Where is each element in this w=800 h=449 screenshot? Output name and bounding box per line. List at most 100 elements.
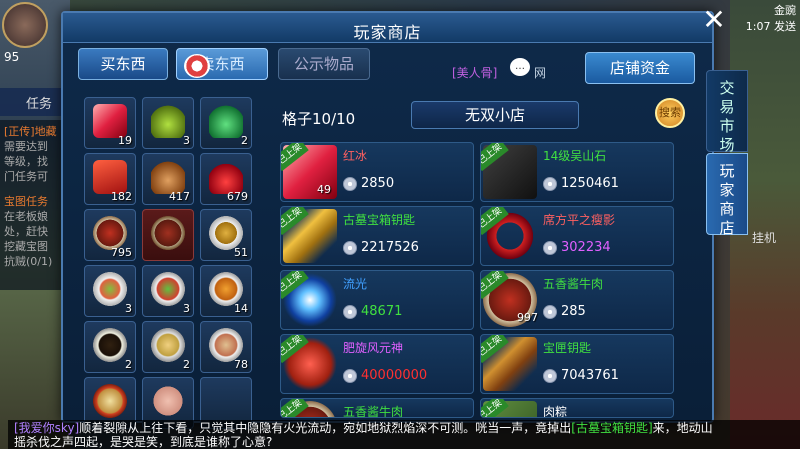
chat-user[interactable]: [我爱你sky] bbox=[14, 421, 79, 435]
inventory-slot[interactable]: 3 bbox=[84, 265, 136, 317]
inventory-slot[interactable]: 182 bbox=[84, 153, 136, 205]
item-price: 285 bbox=[561, 304, 586, 319]
coin-label: 金豌 bbox=[774, 4, 796, 17]
player-level: 95 bbox=[4, 50, 20, 64]
inventory-slot[interactable]: 14 bbox=[200, 265, 252, 317]
pig-head-icon bbox=[151, 384, 185, 418]
silver-coin-icon bbox=[543, 305, 557, 319]
slot-count: 679 bbox=[227, 190, 248, 203]
afk-label[interactable]: 挂机 bbox=[752, 229, 776, 246]
inventory-slot[interactable]: 19 bbox=[84, 97, 136, 149]
red-crystal-icon bbox=[93, 104, 127, 138]
silver-coin-icon bbox=[343, 369, 357, 383]
side-tab-label: 玩家商店 bbox=[719, 162, 735, 237]
braised-meat-icon bbox=[93, 216, 127, 250]
inventory-slot[interactable]: 51 bbox=[200, 209, 252, 261]
slot-count: 182 bbox=[111, 190, 132, 203]
item-name: 宝匣钥匙 bbox=[543, 341, 592, 355]
chat-item-link[interactable]: [古墓宝箱钥匙] bbox=[571, 421, 652, 435]
item-price: 40000000 bbox=[361, 368, 428, 383]
item-name: 流光 bbox=[343, 277, 368, 291]
coin-value: 1:07 发送 bbox=[745, 20, 796, 33]
inventory-slot[interactable]: 2 bbox=[200, 97, 252, 149]
shop-item-card[interactable]: 已上架 宝匣钥匙 7043761 bbox=[480, 334, 674, 394]
item-price: 2217526 bbox=[361, 240, 419, 255]
close-button[interactable]: ✕ bbox=[700, 6, 728, 34]
slot-count: 14 bbox=[234, 302, 248, 315]
slot-count: 2 bbox=[183, 358, 190, 371]
item-quantity: 49 bbox=[317, 183, 331, 196]
silver-coin-icon bbox=[343, 305, 357, 319]
quest-line: 在老板娘 bbox=[4, 210, 48, 223]
side-tab-player-shop[interactable]: 玩家商店 bbox=[706, 153, 748, 237]
shop-item-card[interactable]: 已上架 肥旋风元神 40000000 bbox=[280, 334, 474, 394]
inventory-slot[interactable]: 417 bbox=[142, 153, 194, 205]
braised-meat-selected-icon bbox=[151, 216, 185, 250]
chat-text: 来，地动山 bbox=[652, 421, 713, 435]
slot-count: 格子10/10 bbox=[282, 110, 356, 128]
item-price: 48671 bbox=[361, 304, 403, 319]
title-bar: 玩家商店 bbox=[63, 13, 712, 43]
search-icon[interactable]: 搜索 bbox=[655, 98, 685, 128]
green-gourd-icon bbox=[151, 104, 185, 138]
item-price: 7043761 bbox=[561, 368, 619, 383]
silver-coin-icon bbox=[543, 241, 557, 255]
side-tab-trade-market[interactable]: 交易市场 bbox=[706, 70, 748, 154]
shop-funds-button[interactable]: 店铺资金 bbox=[585, 52, 695, 84]
shop-item-card[interactable]: 已上架 五香酱牛肉 bbox=[280, 398, 474, 418]
quest-line: 等级，找 bbox=[4, 155, 48, 168]
quest-tracker[interactable]: [正传]地藏 需要达到 等级，找 门任务可 宝图任务 在老板娘 处，赶快 挖藏宝… bbox=[0, 120, 62, 290]
item-price: 1250461 bbox=[561, 176, 619, 191]
quest-line: 处，赶快 bbox=[4, 225, 48, 238]
inventory-slot[interactable]: 78 bbox=[200, 321, 252, 373]
item-name: 席方平之瘦影 bbox=[543, 213, 616, 227]
stir-fry-icon bbox=[209, 216, 243, 250]
shop-item-card[interactable]: 已上架 14级吴山石 1250461 bbox=[480, 142, 674, 202]
inventory-slot[interactable]: 2 bbox=[84, 321, 136, 373]
shop-item-card[interactable]: 已上架 肉粽 bbox=[480, 398, 674, 418]
inventory-slot[interactable]: 679 bbox=[200, 153, 252, 205]
item-price: 2850 bbox=[361, 176, 395, 191]
quest-line: 宝图任务 bbox=[4, 195, 48, 208]
task-tab[interactable]: 任务 bbox=[0, 88, 64, 116]
chat-net-label: 网 bbox=[534, 66, 547, 80]
shop-item-card[interactable]: 已上架 席方平之瘦影 302234 bbox=[480, 206, 674, 266]
inventory-slot[interactable]: 795 bbox=[84, 209, 136, 261]
inventory-grid: 19 3 2 182 417 679 795 51 3 3 14 2 2 78 bbox=[84, 97, 258, 429]
player-avatar[interactable] bbox=[2, 2, 48, 48]
inventory-slot[interactable]: 3 bbox=[142, 265, 194, 317]
slot-count: 2 bbox=[241, 134, 248, 147]
shop-name[interactable]: 无双小店 bbox=[411, 101, 579, 129]
dim-sum-icon bbox=[209, 328, 243, 362]
slot-count: 78 bbox=[234, 358, 248, 371]
shop-item-card[interactable]: 已上架 古墓宝箱钥匙 2217526 bbox=[280, 206, 474, 266]
quest-line: [正传]地藏 bbox=[4, 125, 57, 138]
salad-dish-icon bbox=[93, 272, 127, 306]
chat-user-tag: [美人骨] bbox=[452, 66, 498, 80]
shop-item-card[interactable]: 已上架 流光 48671 bbox=[280, 270, 474, 330]
game-screen: { "bg": { "level": "95", "task_label": "… bbox=[0, 0, 800, 449]
silver-coin-icon bbox=[343, 241, 357, 255]
wine-jar-icon bbox=[151, 160, 185, 194]
inventory-slot[interactable]: 3 bbox=[142, 97, 194, 149]
coin-display: 金豌 1:07 发送 bbox=[746, 2, 796, 34]
quest-line: 门任务可 bbox=[4, 170, 48, 183]
tab-buy[interactable]: 买东西 bbox=[78, 48, 168, 80]
item-name: 古墓宝箱钥匙 bbox=[343, 213, 416, 227]
shop-item-card[interactable]: 已上架 49 红冰 2850 bbox=[280, 142, 474, 202]
item-name: 五香酱牛肉 bbox=[343, 405, 404, 418]
shop-item-card[interactable]: 已上架 997 五香酱牛肉 285 bbox=[480, 270, 674, 330]
vegetable-dish-icon bbox=[151, 272, 185, 306]
world-chat[interactable]: [我爱你sky]顺着裂隙从上往下看，只觉其中隐隐有火光流动，宛如地狱烈焰深不可测… bbox=[8, 420, 800, 449]
tab-public[interactable]: 公示物品 bbox=[278, 48, 370, 80]
megaphone-icon bbox=[184, 54, 210, 78]
inventory-slot[interactable]: 2 bbox=[142, 321, 194, 373]
silver-coin-icon bbox=[343, 177, 357, 191]
inventory-slot[interactable] bbox=[142, 209, 194, 261]
item-name: 14级吴山石 bbox=[543, 149, 607, 163]
silver-coin-icon bbox=[543, 369, 557, 383]
chat-text: 顺着裂隙从上往下看，只觉其中隐隐有火光流动，宛如地狱烈焰深不可测。咣当一声，竟掉… bbox=[79, 421, 572, 435]
fried-dish-icon bbox=[209, 272, 243, 306]
side-tab-label: 交易市场 bbox=[719, 79, 735, 154]
item-quantity: 997 bbox=[517, 311, 538, 324]
